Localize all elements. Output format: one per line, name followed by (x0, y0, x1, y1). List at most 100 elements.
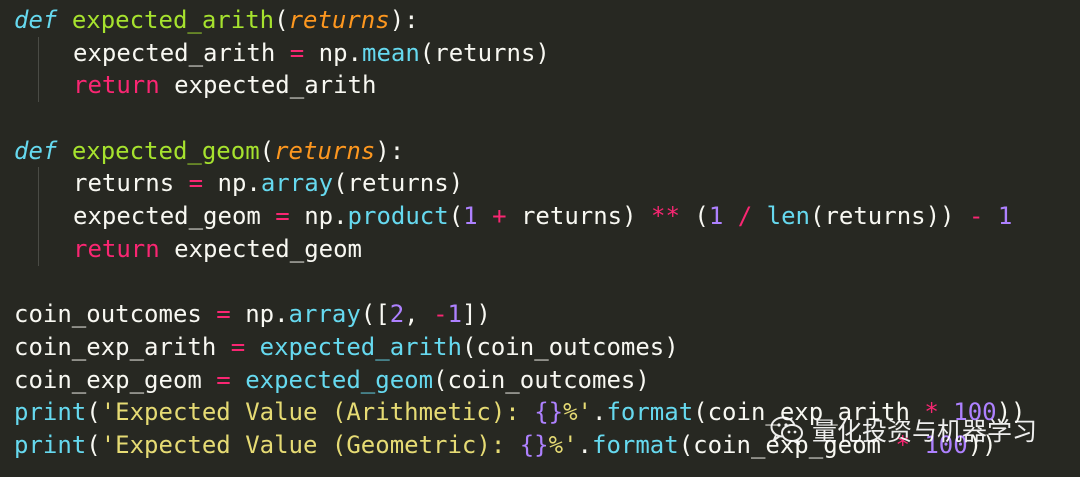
code-token: ([ (360, 300, 390, 329)
code-token: - (433, 300, 448, 329)
code-token: ]) (461, 300, 491, 329)
code-token: . (592, 398, 607, 427)
indent-guide (38, 200, 39, 233)
code-token: ( (259, 136, 275, 165)
code-line: return expected_geom (14, 232, 1080, 266)
code-token: ): (389, 6, 419, 34)
code-line: ​ (14, 266, 1080, 299)
code-token: return (73, 234, 160, 263)
code-token: . (577, 430, 592, 459)
code-token: ( (448, 202, 464, 231)
code-token: ( (86, 398, 101, 427)
code-token: 1 (708, 202, 724, 231)
code-token: {} (519, 430, 549, 459)
code-token: np. (203, 169, 261, 198)
code-token: print (14, 430, 87, 459)
code-token: (returns) (333, 169, 464, 198)
code-line: coin_exp_arith = expected_arith(coin_out… (14, 331, 1080, 364)
code-token: {} (534, 398, 564, 427)
code-token: / (737, 202, 753, 231)
code-token: 1 (463, 202, 478, 231)
code-token: format (592, 430, 679, 459)
code-line: def expected_arith(returns): (14, 4, 1080, 37)
code-token: (coin_outcomes) (461, 332, 679, 361)
code-token: array (288, 300, 361, 329)
code-token: expected_geom (159, 234, 362, 263)
code-token: print (14, 398, 87, 427)
code-token: , (404, 300, 434, 329)
code-line: ​ (14, 102, 1080, 135)
code-token: 'Expected Value (Geometric): (100, 430, 520, 459)
code-token: ( (679, 202, 709, 231)
code-line: return expected_arith (14, 69, 1080, 103)
code-token: %' (548, 430, 578, 459)
code-token: ** (651, 202, 680, 231)
code-editor[interactable]: def expected_arith(returns): expected_ari… (0, 0, 1080, 477)
code-token: product (347, 202, 449, 231)
code-token: def (14, 6, 58, 34)
code-token: returns) (506, 202, 652, 231)
indent-guide (38, 232, 39, 266)
code-token: = (230, 332, 246, 361)
code-token: expected_arith (159, 71, 377, 100)
code-line: expected_geom = np.product(1 + returns) … (14, 200, 1080, 233)
code-token: = (216, 365, 231, 394)
indent-guide (38, 69, 39, 103)
code-token: 2 (389, 300, 405, 329)
code-token: + (492, 202, 507, 231)
code-token: %' (563, 398, 592, 427)
code-token: = (275, 202, 290, 231)
code-token: expected_geom (73, 202, 276, 231)
code-line: returns = np.array(returns) (14, 167, 1080, 201)
code-token: returns (288, 6, 390, 34)
code-token: (returns) (419, 38, 550, 67)
code-token: def (14, 136, 58, 165)
code-token: expected_arith (71, 6, 275, 34)
code-token: - (968, 202, 984, 231)
code-token: (coin_outcomes) (433, 365, 650, 394)
code-lines: def expected_arith(returns): expected_ari… (14, 4, 1080, 462)
code-line: def expected_geom(returns): (14, 135, 1080, 168)
code-token: np. (230, 300, 289, 329)
code-token: coin_exp_geom (14, 365, 217, 394)
code-token: = (188, 169, 204, 198)
code-token: = (289, 38, 305, 67)
code-token: expected_geom (245, 365, 434, 394)
code-token: return (73, 71, 160, 100)
code-token: np. (289, 202, 348, 231)
code-line: coin_outcomes = np.array([2, -1]) (14, 298, 1080, 331)
code-token: np. (304, 38, 362, 67)
code-token: ( (274, 6, 289, 34)
code-line: expected_arith = np.mean(returns) (14, 36, 1080, 70)
code-token: format (606, 398, 694, 427)
code-token: returns (73, 169, 189, 198)
code-token: expected_arith (259, 332, 462, 361)
code-token: ( (86, 430, 101, 459)
code-token: = (216, 300, 231, 329)
code-token: (returns)) (810, 202, 969, 231)
code-line: coin_exp_geom = expected_geom(coin_outco… (14, 364, 1080, 397)
code-token: mean (362, 38, 420, 67)
code-token: coin_exp_arith (14, 332, 231, 361)
indent-guide (38, 167, 39, 201)
watermark-text: 量化投资与机器学习 (812, 417, 1038, 446)
code-token: returns (274, 136, 376, 165)
code-token: coin_outcomes (14, 300, 217, 329)
watermark: 量化投资与机器学习 (770, 410, 1037, 450)
code-token: 1 (997, 202, 1013, 231)
indent-guide (38, 36, 39, 70)
code-token: expected_arith (73, 38, 290, 67)
code-token: array (260, 169, 334, 198)
code-token: expected_geom (71, 136, 260, 165)
code-token: len (766, 202, 810, 231)
code-token: 'Expected Value (Arithmetic): (100, 398, 535, 427)
code-token: ): (375, 136, 405, 165)
code-token: 1 (447, 300, 462, 329)
